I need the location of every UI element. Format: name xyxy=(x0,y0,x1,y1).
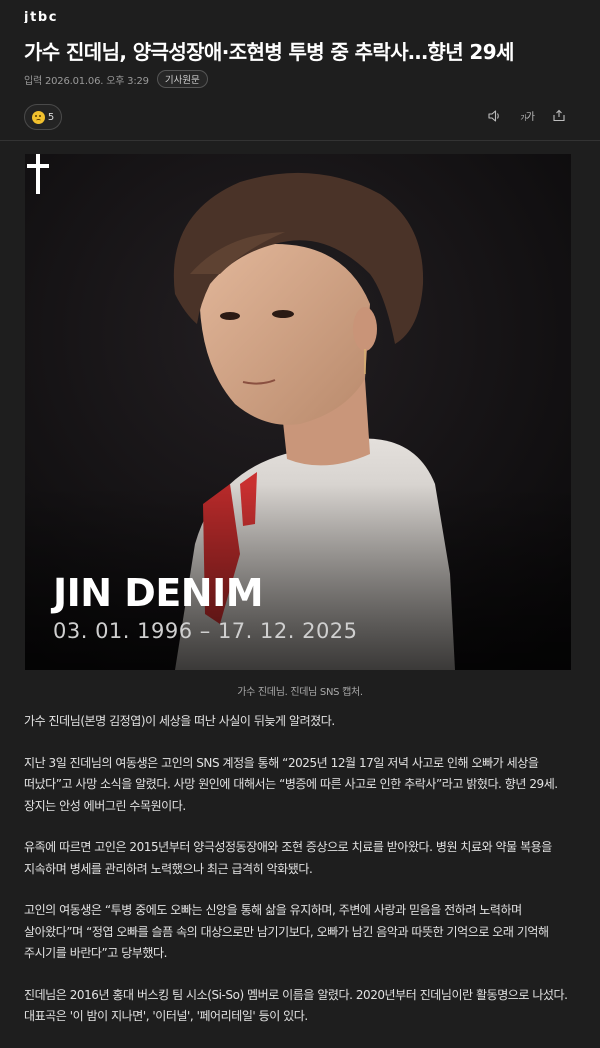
paragraph: 진데님은 2016년 홍대 버스킹 팀 시소(Si-So) 멤버로 이름을 알렸… xyxy=(24,987,568,1024)
jtbc-logo[interactable]: jtbc xyxy=(23,8,58,27)
paragraph: 지난 3일 진데님의 여동생은 고인의 SNS 계정을 통해 “2025년 12… xyxy=(24,755,558,813)
article-photo[interactable]: JIN DENIM 03. 01. 1996 – 17. 12. 2025 xyxy=(25,154,571,670)
paragraph: 유족에 따르면 고인은 2015년부터 양극성정동장애와 조현 증상으로 치료를… xyxy=(24,840,552,876)
tool-icons: 가가 xyxy=(488,108,566,123)
cross-icon xyxy=(27,154,49,194)
memorial-name: JIN DENIM xyxy=(53,571,264,615)
sad-face-icon xyxy=(31,110,45,124)
header-divider xyxy=(0,140,600,141)
font-size-label: 가 xyxy=(525,112,535,123)
publish-date: 입력 2026.01.06. 오후 3:29 xyxy=(24,75,149,87)
jtbc-logo-icon: jtbc xyxy=(23,10,57,25)
memorial-dates: 03. 01. 1996 – 17. 12. 2025 xyxy=(53,619,358,643)
speaker-icon[interactable] xyxy=(488,109,502,122)
share-icon[interactable] xyxy=(552,109,566,122)
font-size-icon[interactable]: 가가 xyxy=(520,108,535,123)
svg-text:jtbc: jtbc xyxy=(24,10,56,23)
photo-caption: 가수 진데님. 진데님 SNS 캡처. xyxy=(237,687,363,698)
original-article-button[interactable]: 기사원문 xyxy=(156,70,208,88)
article-meta: 입력 2026.01.06. 오후 3:29 기사원문 xyxy=(24,70,208,88)
reaction-count: 5 xyxy=(47,111,55,123)
reaction-button[interactable]: 5 xyxy=(24,104,62,130)
top-bar: jtbc xyxy=(0,0,600,30)
article-title: 가수 진데님, 양극성장애·조현병 투병 중 추락사…향년 29세 xyxy=(24,40,514,64)
paragraph: 고인의 여동생은 “투병 중에도 오빠는 신앙을 통해 삶을 유지하며, 주변에… xyxy=(24,903,549,960)
article-toolbar: 5 가가 xyxy=(24,104,576,130)
article-body: 가수 진데님(본명 김정엽)이 세상을 떠난 사실이 뒤늦게 알려졌다. 지난 … xyxy=(24,711,578,1048)
paragraph: 가수 진데님(본명 김정엽)이 세상을 떠난 사실이 뒤늦게 알려졌다. xyxy=(24,714,335,728)
